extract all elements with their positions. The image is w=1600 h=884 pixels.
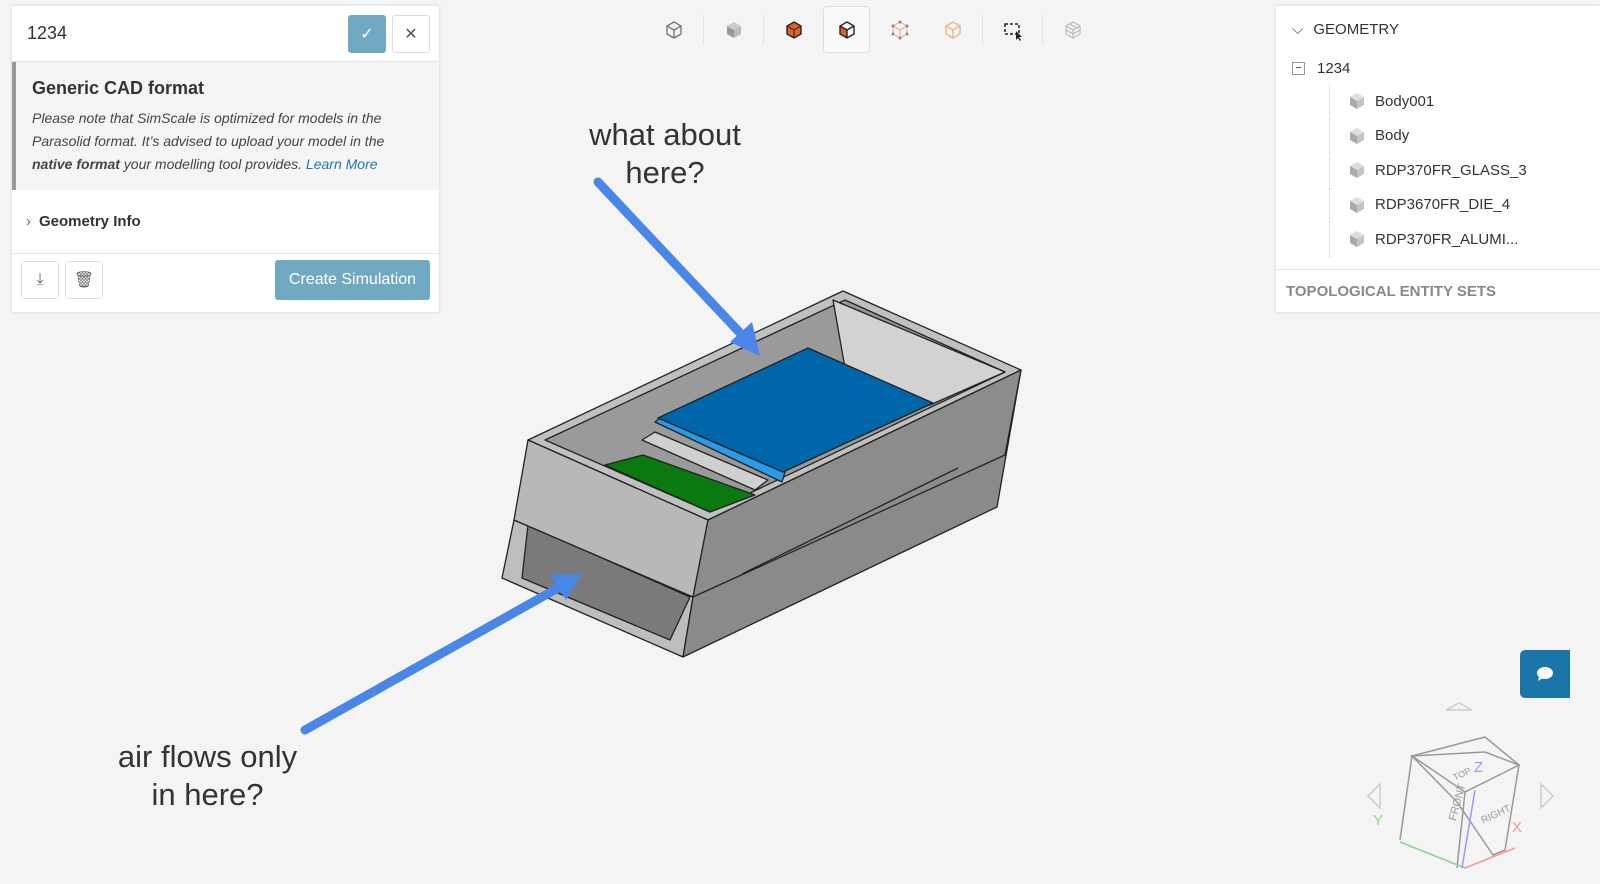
annotation-top: what about here?: [570, 116, 760, 192]
annotation-top-line1: what about: [589, 117, 741, 152]
cad-model: [501, 290, 1022, 658]
cube-top-label: TOP: [1452, 766, 1473, 783]
axis-x-label: X: [1512, 819, 1522, 836]
axis-z-label: Z: [1474, 759, 1483, 776]
annotation-bottom: air flows only in here?: [100, 738, 315, 814]
axis-y-label: Y: [1373, 812, 1383, 829]
cube-right-label: RIGHT: [1480, 803, 1513, 826]
chat-button[interactable]: [1520, 650, 1570, 698]
annotation-bottom-line1: air flows only: [117, 739, 298, 774]
annotation-top-line2: here?: [625, 155, 705, 190]
annotation-bottom-line2: in here?: [151, 777, 264, 812]
chat-icon: [1537, 667, 1553, 681]
cube-front-label: FRONT: [1447, 782, 1468, 822]
